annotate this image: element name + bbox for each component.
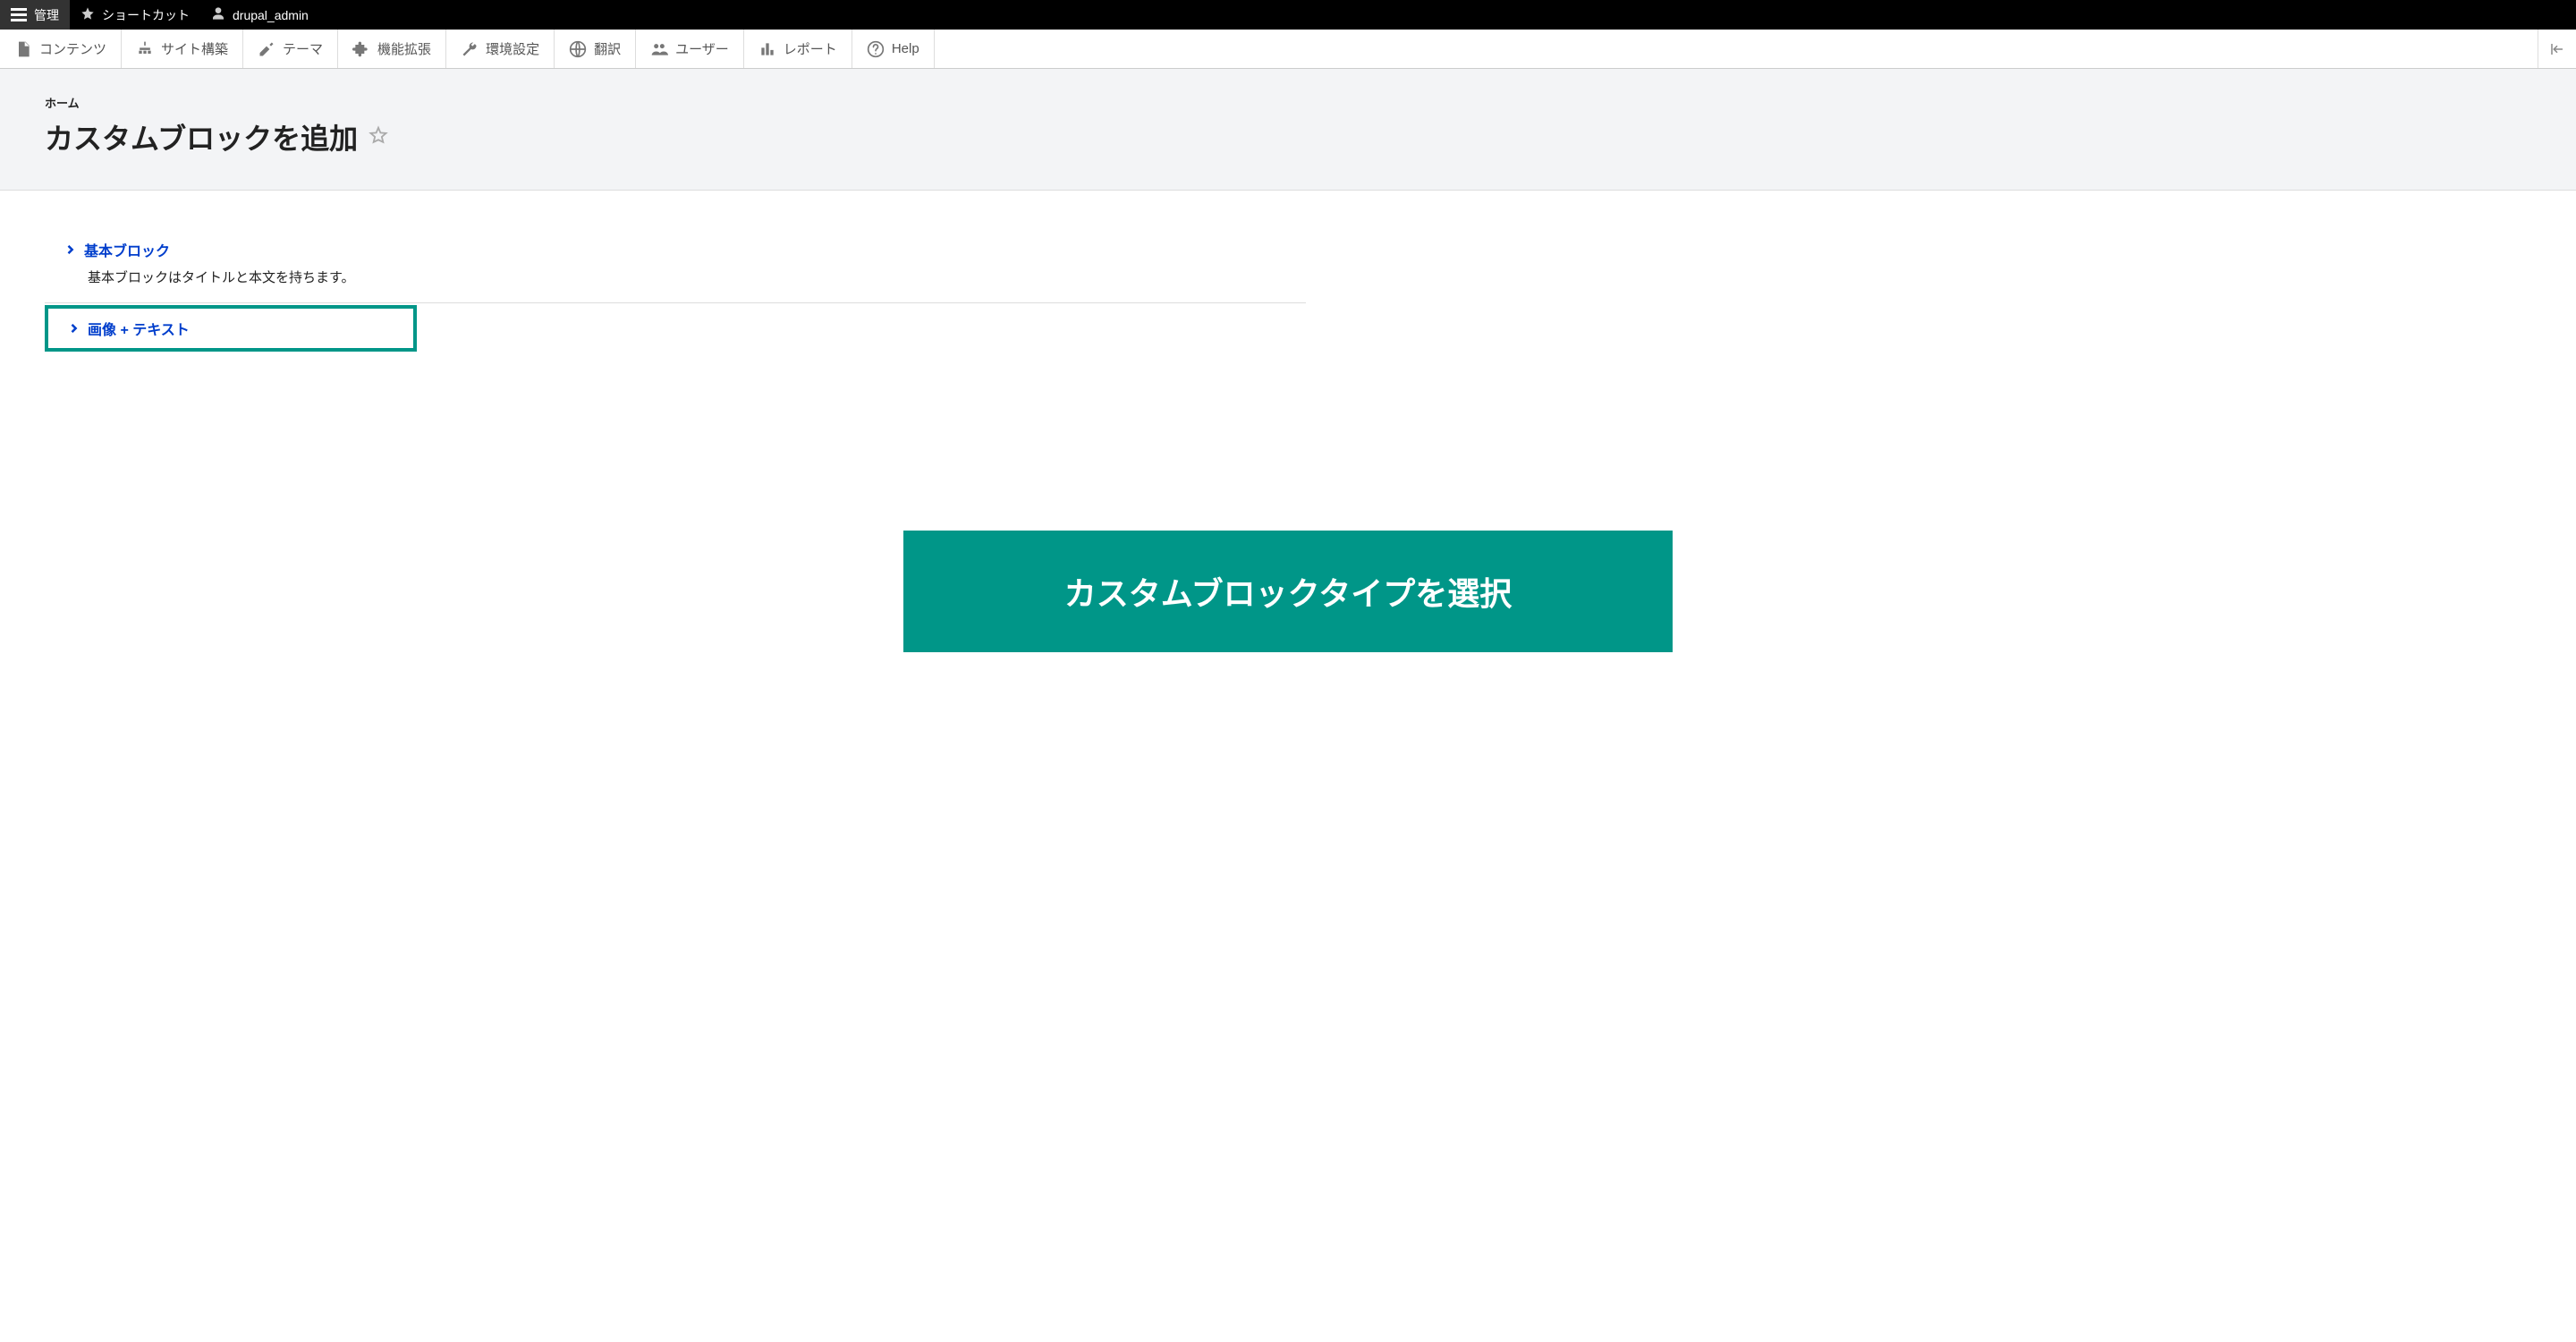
star-icon [80,6,95,23]
chevron-right-icon [70,324,79,333]
globe-icon [569,40,587,58]
manage-toggle[interactable]: 管理 [0,0,70,30]
menu-appearance[interactable]: テーマ [243,30,338,68]
block-type-item-basic: 基本ブロック 基本ブロックはタイトルと本文を持ちます。 [45,226,1306,303]
menu-label: 翻訳 [594,39,621,58]
collapse-toggle[interactable] [2538,30,2576,68]
content-area: 基本ブロック 基本ブロックはタイトルと本文を持ちます。 画像 + テキスト カス… [0,191,2576,688]
menu-label: コンテンツ [39,39,106,58]
menu-reports[interactable]: レポート [744,30,852,68]
menu-label: テーマ [283,39,323,58]
favorite-toggle[interactable] [369,125,388,149]
puzzle-icon [352,40,370,58]
menu-content[interactable]: コンテンツ [0,30,122,68]
file-icon [14,40,32,58]
page-header: ホーム カスタムブロックを追加 [0,69,2576,191]
menu-config[interactable]: 環境設定 [446,30,555,68]
menu-structure[interactable]: サイト構築 [122,30,243,68]
topbar: 管理 ショートカット drupal_admin [0,0,2576,30]
instruction-banner: カスタムブロックタイプを選択 [903,531,1673,652]
help-icon [867,40,885,58]
user-icon [211,6,225,23]
manage-label: 管理 [34,6,59,24]
menu-label: サイト構築 [161,39,228,58]
menu-translate[interactable]: 翻訳 [555,30,636,68]
block-type-list: 基本ブロック 基本ブロックはタイトルと本文を持ちます。 画像 + テキスト [45,226,1306,352]
menu-label: レポート [784,39,837,58]
chevron-right-icon [66,245,75,254]
menu-label: 機能拡張 [377,39,431,58]
block-type-title: 画像 + テキスト [88,318,190,339]
menu-people[interactable]: ユーザー [636,30,744,68]
menu-label: ユーザー [675,39,729,58]
block-type-item-image-text: 画像 + テキスト [45,305,417,352]
admin-menu: コンテンツ サイト構築 テーマ 機能拡張 環境設定 翻訳 ユーザー レポート H… [0,30,2576,69]
block-type-link-image-text[interactable]: 画像 + テキスト [70,318,413,339]
paint-icon [258,40,275,58]
users-icon [650,40,668,58]
menu-label: Help [892,41,919,56]
star-outline-icon [369,125,388,145]
block-type-desc: 基本ブロックはタイトルと本文を持ちます。 [88,268,1306,286]
page-title: カスタムブロックを追加 [45,116,358,157]
hamburger-icon [11,8,27,21]
user-menu[interactable]: drupal_admin [200,0,319,30]
breadcrumb[interactable]: ホーム [45,94,2531,111]
menu-extend[interactable]: 機能拡張 [338,30,446,68]
wrench-icon [461,40,479,58]
chart-icon [758,40,776,58]
collapse-icon [2549,41,2565,57]
spacer [935,30,2538,68]
page-title-row: カスタムブロックを追加 [45,116,2531,157]
menu-label: 環境設定 [486,39,539,58]
menu-help[interactable]: Help [852,30,935,68]
shortcuts-label: ショートカット [102,6,190,24]
shortcuts-link[interactable]: ショートカット [70,0,200,30]
username-label: drupal_admin [233,8,309,22]
block-type-link-basic[interactable]: 基本ブロック [66,239,1306,260]
block-type-title: 基本ブロック [84,239,170,260]
structure-icon [136,40,154,58]
